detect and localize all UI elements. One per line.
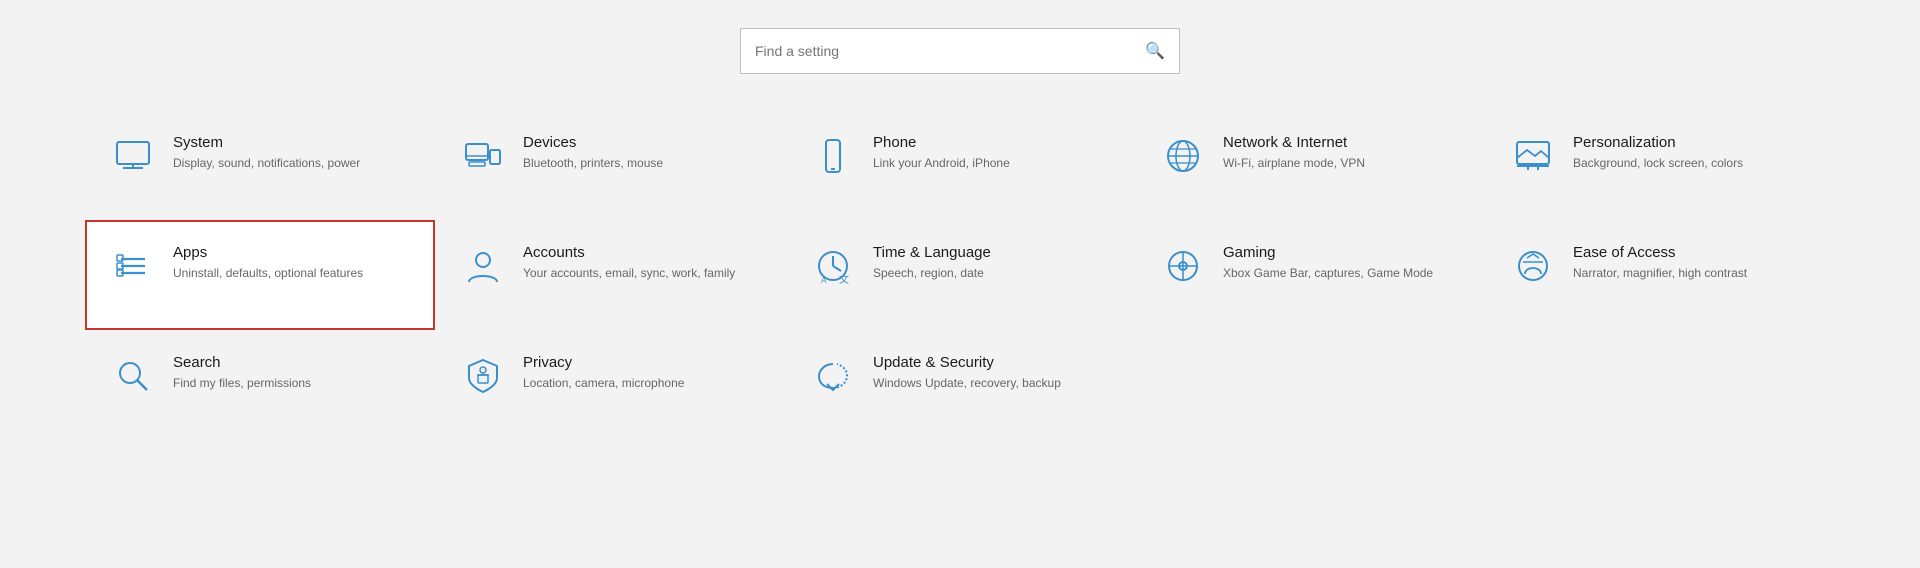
settings-title-ease: Ease of Access bbox=[1573, 244, 1747, 261]
settings-subtitle-privacy: Location, camera, microphone bbox=[523, 375, 684, 392]
settings-item-time[interactable]: A文 Time & Language Speech, region, date bbox=[785, 220, 1135, 330]
settings-subtitle-time: Speech, region, date bbox=[873, 265, 991, 282]
gaming-icon bbox=[1157, 244, 1209, 286]
settings-title-personalization: Personalization bbox=[1573, 134, 1743, 151]
search-icon bbox=[107, 354, 159, 396]
settings-text-accounts: Accounts Your accounts, email, sync, wor… bbox=[523, 244, 735, 282]
settings-title-time: Time & Language bbox=[873, 244, 991, 261]
svg-text:A: A bbox=[821, 276, 827, 285]
accounts-icon bbox=[457, 244, 509, 286]
settings-text-network: Network & Internet Wi-Fi, airplane mode,… bbox=[1223, 134, 1365, 172]
settings-subtitle-apps: Uninstall, defaults, optional features bbox=[173, 265, 363, 282]
settings-grid: System Display, sound, notifications, po… bbox=[85, 110, 1835, 440]
settings-title-devices: Devices bbox=[523, 134, 663, 151]
settings-subtitle-gaming: Xbox Game Bar, captures, Game Mode bbox=[1223, 265, 1433, 282]
settings-subtitle-network: Wi-Fi, airplane mode, VPN bbox=[1223, 155, 1365, 172]
settings-text-personalization: Personalization Background, lock screen,… bbox=[1573, 134, 1743, 172]
settings-subtitle-phone: Link your Android, iPhone bbox=[873, 155, 1010, 172]
settings-page: 🔍 System Display, sound, notifications, … bbox=[0, 0, 1920, 480]
settings-title-search: Search bbox=[173, 354, 311, 371]
privacy-icon bbox=[457, 354, 509, 396]
settings-item-apps[interactable]: Apps Uninstall, defaults, optional featu… bbox=[85, 220, 435, 330]
settings-text-ease: Ease of Access Narrator, magnifier, high… bbox=[1573, 244, 1747, 282]
search-icon: 🔍 bbox=[1145, 41, 1165, 61]
settings-title-accounts: Accounts bbox=[523, 244, 735, 261]
settings-text-search: Search Find my files, permissions bbox=[173, 354, 311, 392]
personalization-icon bbox=[1507, 134, 1559, 176]
ease-icon bbox=[1507, 244, 1559, 286]
settings-title-network: Network & Internet bbox=[1223, 134, 1365, 151]
settings-item-search[interactable]: Search Find my files, permissions bbox=[85, 330, 435, 440]
search-bar-container[interactable]: 🔍 bbox=[740, 28, 1180, 74]
settings-subtitle-search: Find my files, permissions bbox=[173, 375, 311, 392]
settings-title-update: Update & Security bbox=[873, 354, 1061, 371]
settings-text-update: Update & Security Windows Update, recove… bbox=[873, 354, 1061, 392]
settings-text-time: Time & Language Speech, region, date bbox=[873, 244, 991, 282]
settings-item-personalization[interactable]: Personalization Background, lock screen,… bbox=[1485, 110, 1835, 220]
settings-item-gaming[interactable]: Gaming Xbox Game Bar, captures, Game Mod… bbox=[1135, 220, 1485, 330]
settings-text-system: System Display, sound, notifications, po… bbox=[173, 134, 360, 172]
settings-text-gaming: Gaming Xbox Game Bar, captures, Game Mod… bbox=[1223, 244, 1433, 282]
settings-subtitle-devices: Bluetooth, printers, mouse bbox=[523, 155, 663, 172]
phone-icon bbox=[807, 134, 859, 176]
settings-item-network[interactable]: Network & Internet Wi-Fi, airplane mode,… bbox=[1135, 110, 1485, 220]
time-icon: A文 bbox=[807, 244, 859, 286]
settings-item-phone[interactable]: Phone Link your Android, iPhone bbox=[785, 110, 1135, 220]
settings-title-apps: Apps bbox=[173, 244, 363, 261]
network-icon bbox=[1157, 134, 1209, 176]
settings-text-devices: Devices Bluetooth, printers, mouse bbox=[523, 134, 663, 172]
system-icon bbox=[107, 134, 159, 176]
settings-subtitle-system: Display, sound, notifications, power bbox=[173, 155, 360, 172]
settings-subtitle-ease: Narrator, magnifier, high contrast bbox=[1573, 265, 1747, 282]
settings-item-accounts[interactable]: Accounts Your accounts, email, sync, wor… bbox=[435, 220, 785, 330]
settings-text-apps: Apps Uninstall, defaults, optional featu… bbox=[173, 244, 363, 282]
search-input[interactable] bbox=[755, 43, 1145, 59]
settings-item-privacy[interactable]: Privacy Location, camera, microphone bbox=[435, 330, 785, 440]
settings-item-devices[interactable]: Devices Bluetooth, printers, mouse bbox=[435, 110, 785, 220]
settings-title-phone: Phone bbox=[873, 134, 1010, 151]
settings-title-privacy: Privacy bbox=[523, 354, 684, 371]
search-bar-wrapper: 🔍 bbox=[80, 28, 1840, 74]
settings-text-phone: Phone Link your Android, iPhone bbox=[873, 134, 1010, 172]
devices-icon bbox=[457, 134, 509, 176]
settings-text-privacy: Privacy Location, camera, microphone bbox=[523, 354, 684, 392]
settings-item-system[interactable]: System Display, sound, notifications, po… bbox=[85, 110, 435, 220]
settings-title-gaming: Gaming bbox=[1223, 244, 1433, 261]
update-icon bbox=[807, 354, 859, 396]
settings-subtitle-personalization: Background, lock screen, colors bbox=[1573, 155, 1743, 172]
svg-text:文: 文 bbox=[839, 273, 849, 286]
settings-subtitle-accounts: Your accounts, email, sync, work, family bbox=[523, 265, 735, 282]
settings-title-system: System bbox=[173, 134, 360, 151]
settings-subtitle-update: Windows Update, recovery, backup bbox=[873, 375, 1061, 392]
apps-icon bbox=[107, 244, 159, 286]
settings-item-update[interactable]: Update & Security Windows Update, recove… bbox=[785, 330, 1135, 440]
settings-item-ease[interactable]: Ease of Access Narrator, magnifier, high… bbox=[1485, 220, 1835, 330]
